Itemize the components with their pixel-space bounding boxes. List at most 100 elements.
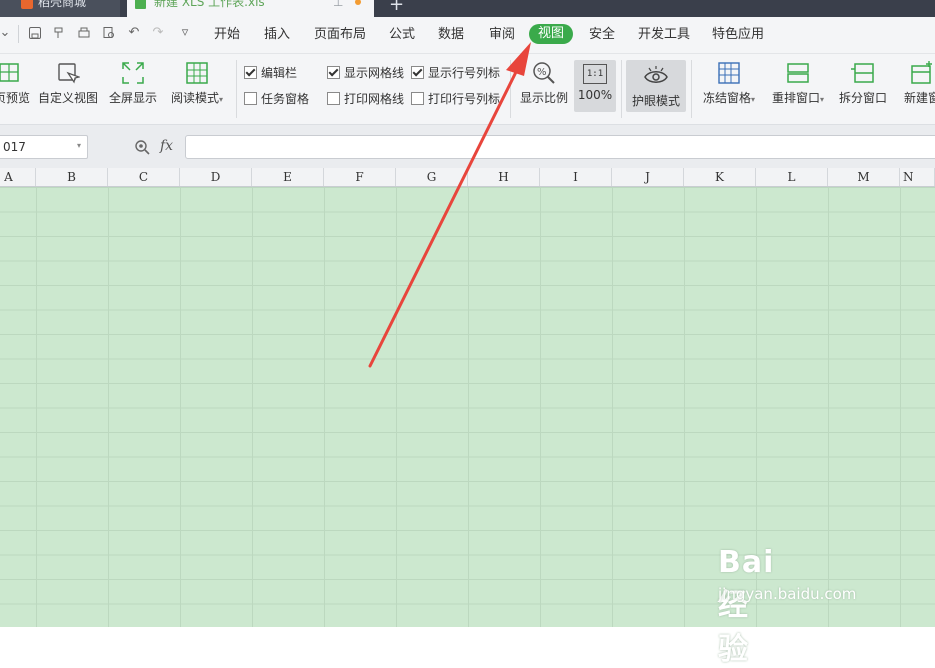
tab-label: 新建 XLS 工作表.xls: [154, 0, 265, 9]
column-header[interactable]: A: [0, 168, 36, 186]
redo-icon[interactable]: ↷: [151, 26, 165, 40]
column-header-bar: A B C D E F G H I J K L M N: [0, 168, 935, 187]
checkbox-print-gridlines[interactable]: 打印网格线: [327, 92, 404, 106]
name-box[interactable]: 017 ▾: [0, 135, 88, 159]
menu-special-apps[interactable]: 特色应用: [712, 27, 764, 43]
menu-home[interactable]: 开始: [214, 27, 240, 43]
cell-grid[interactable]: [0, 187, 935, 627]
formula-bar: 017 ▾ fx: [0, 124, 935, 169]
zoom-100-icon: 1:1: [583, 64, 607, 84]
menu-formulas[interactable]: 公式: [389, 27, 415, 43]
menu-view[interactable]: 视图: [529, 24, 574, 44]
zoom-lookup-icon[interactable]: [134, 139, 150, 155]
dropdown-arrow-icon[interactable]: ▾: [820, 95, 824, 104]
watermark-url: jingyan.baidu.com: [718, 585, 857, 603]
fullscreen-icon: [122, 62, 144, 84]
menu-data[interactable]: 数据: [438, 27, 464, 43]
checkbox-task-pane[interactable]: 任务窗格: [244, 92, 309, 106]
column-header[interactable]: M: [828, 168, 900, 186]
split-window-button[interactable]: 拆分窗口: [837, 61, 889, 106]
checkbox-checked-icon: [411, 66, 424, 79]
arrange-windows-button[interactable]: 重排窗口▾: [768, 61, 828, 106]
eye-protection-mode-button[interactable]: 护眼模式: [626, 60, 686, 112]
dropdown-arrow-icon[interactable]: ▾: [219, 95, 223, 104]
divider: [18, 25, 19, 43]
column-header[interactable]: D: [180, 168, 252, 186]
column-header[interactable]: L: [756, 168, 828, 186]
checkbox-edit-bar[interactable]: 编辑栏: [244, 66, 297, 80]
split-window-icon: [851, 63, 874, 83]
menu-developer[interactable]: 开发工具: [638, 27, 690, 43]
menu-page-layout[interactable]: 页面布局: [314, 27, 366, 43]
column-header[interactable]: C: [108, 168, 180, 186]
insert-function-icon[interactable]: fx: [160, 138, 173, 154]
menu-review[interactable]: 审阅: [489, 27, 515, 43]
svg-text:%: %: [537, 67, 547, 78]
zoom-ratio-button[interactable]: % 显示比例: [517, 61, 571, 106]
menu-insert[interactable]: 插入: [264, 27, 290, 43]
column-header[interactable]: B: [36, 168, 108, 186]
tab-label: 稻壳商城: [38, 0, 87, 9]
page-preview-icon: [0, 63, 19, 82]
menu-security[interactable]: 安全: [589, 27, 615, 43]
dropdown-arrow-icon[interactable]: ▾: [751, 95, 755, 104]
docer-logo-icon: [21, 0, 33, 9]
checkbox-label: 显示网格线: [344, 66, 405, 80]
chevron-down-icon[interactable]: ⌄: [0, 26, 12, 40]
reading-mode-button[interactable]: 阅读模式▾: [167, 61, 227, 106]
reading-mode-icon: [186, 62, 208, 84]
custom-view-button[interactable]: 自定义视图: [37, 61, 99, 106]
column-header[interactable]: N: [900, 168, 935, 186]
customize-toolbar-icon[interactable]: ▿: [178, 26, 192, 40]
button-label: 显示比例: [519, 91, 568, 105]
freeze-panes-button[interactable]: 冻结窗格▾: [699, 61, 759, 106]
checkbox-show-headings[interactable]: 显示行号列标: [411, 66, 500, 80]
name-box-value: 017: [3, 140, 26, 154]
checkbox-show-gridlines[interactable]: 显示网格线: [327, 66, 404, 80]
tab-docer-store[interactable]: 稻壳商城: [0, 0, 120, 17]
formula-input[interactable]: [185, 135, 935, 159]
divider: [691, 60, 692, 118]
save-icon[interactable]: [28, 26, 42, 40]
eye-icon: [644, 66, 668, 83]
tab-workbook[interactable]: 新建 XLS 工作表.xls ⊥: [127, 0, 374, 17]
menu-bar: ⌄ ↶ ↷ ▿ 开始 插入 页面布局 公式 数据 审阅 视图 安全 开发工具 特…: [0, 17, 935, 54]
column-header[interactable]: I: [540, 168, 612, 186]
zoom-ratio-icon: %: [533, 62, 555, 84]
freeze-panes-icon: [718, 62, 740, 84]
divider: [236, 60, 237, 118]
divider: [510, 60, 511, 118]
button-label: 自定义视图: [37, 91, 98, 105]
checkbox-print-headings[interactable]: 打印行号列标: [411, 92, 500, 106]
undo-icon[interactable]: ↶: [127, 26, 141, 40]
chevron-down-icon[interactable]: ▾: [77, 141, 81, 150]
column-header[interactable]: H: [468, 168, 540, 186]
fullscreen-button[interactable]: 全屏显示: [108, 61, 158, 106]
new-window-icon: [911, 61, 932, 84]
button-label: 新建窗: [903, 91, 935, 105]
column-header[interactable]: K: [684, 168, 756, 186]
button-label: 护眼模式: [631, 94, 680, 108]
zoom-100-button[interactable]: 1:1 100%: [574, 60, 616, 112]
arrange-windows-icon: [787, 63, 809, 83]
format-painter-icon[interactable]: [52, 26, 66, 40]
checkbox-checked-icon: [327, 66, 340, 79]
button-label: 100%: [577, 88, 613, 102]
button-label: 冻结窗格: [702, 91, 751, 105]
page-break-preview-button[interactable]: 页预览: [0, 61, 30, 106]
checkbox-unchecked-icon: [327, 92, 340, 105]
column-header[interactable]: G: [396, 168, 468, 186]
new-window-button[interactable]: 新建窗: [896, 61, 935, 106]
column-header[interactable]: J: [612, 168, 684, 186]
checkbox-label: 显示行号列标: [428, 66, 501, 80]
new-tab-plus-icon[interactable]: +: [389, 0, 404, 15]
print-icon[interactable]: [77, 26, 91, 40]
print-preview-icon[interactable]: [102, 26, 116, 40]
column-header[interactable]: F: [324, 168, 396, 186]
checkbox-unchecked-icon: [411, 92, 424, 105]
button-label: 全屏显示: [108, 91, 157, 105]
column-header[interactable]: E: [252, 168, 324, 186]
button-label: 拆分窗口: [838, 91, 887, 105]
pin-icon[interactable]: ⊥: [333, 0, 343, 9]
document-tab-bar: 稻壳商城 新建 XLS 工作表.xls ⊥ +: [0, 0, 935, 17]
